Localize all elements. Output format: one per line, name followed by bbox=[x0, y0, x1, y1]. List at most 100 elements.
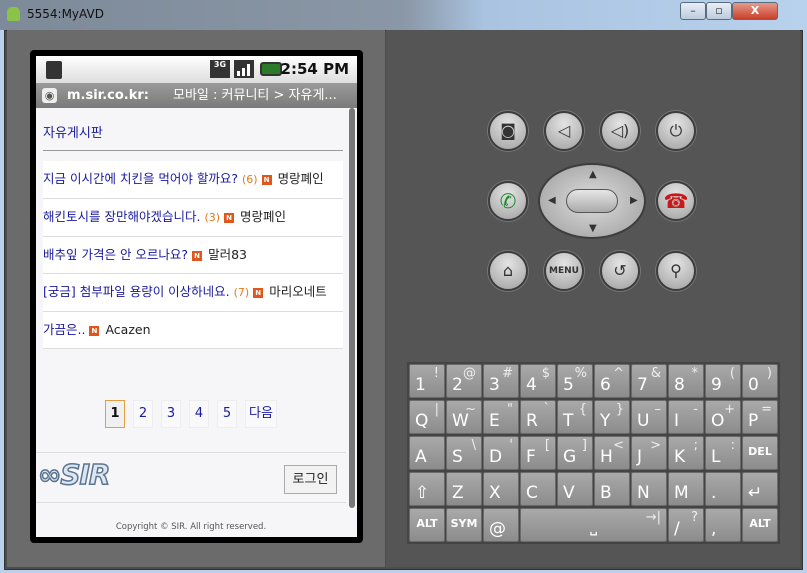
post-title[interactable]: 가끔은.. bbox=[43, 322, 85, 337]
menu-button[interactable]: MENU bbox=[544, 251, 584, 291]
key-b[interactable]: B bbox=[594, 472, 630, 506]
post-title[interactable]: 배추잎 가격은 안 오르나요? bbox=[43, 247, 188, 262]
key-a[interactable]: A bbox=[409, 436, 445, 470]
post-title[interactable]: 해킨토시를 장만해야겠습니다. bbox=[43, 209, 200, 224]
new-badge-icon: N bbox=[261, 175, 272, 185]
sim-alert-icon bbox=[46, 61, 62, 79]
post-author[interactable]: 마리오네트 bbox=[269, 284, 327, 299]
post-author[interactable]: 명랑폐인 bbox=[278, 171, 324, 186]
key-/[interactable]: /? bbox=[668, 508, 704, 542]
key-,[interactable]: , bbox=[705, 508, 741, 542]
key-alt[interactable]: ALT bbox=[409, 508, 445, 542]
page-5[interactable]: 5 bbox=[217, 400, 238, 428]
key-2[interactable]: 2 @ bbox=[446, 364, 482, 398]
login-button[interactable]: 로그인 bbox=[284, 465, 337, 494]
key-d[interactable]: D ' bbox=[483, 436, 519, 470]
dpad-right-icon[interactable]: ▶ bbox=[630, 195, 638, 206]
page-1[interactable]: 1 bbox=[105, 400, 126, 428]
key-s[interactable]: S \ bbox=[446, 436, 482, 470]
close-button[interactable]: X bbox=[732, 2, 778, 20]
search-button[interactable]: ⚲ bbox=[656, 251, 696, 291]
back-button[interactable]: ↺ bbox=[600, 251, 640, 291]
browser-title-bar[interactable]: ◉ m.sir.co.kr: 모바일 : 커뮤니티 > 자유게... bbox=[36, 83, 357, 108]
key-@[interactable]: @ bbox=[483, 508, 519, 542]
key-n[interactable]: N bbox=[631, 472, 667, 506]
key-i[interactable]: I- bbox=[668, 400, 704, 434]
key-1[interactable]: 1! bbox=[409, 364, 445, 398]
key-label: F bbox=[526, 447, 536, 467]
key-g[interactable]: G] bbox=[557, 436, 593, 470]
maximize-button[interactable]: ▫ bbox=[706, 2, 732, 20]
post-title[interactable]: [궁금] 첨부파일 용량이 이상하네요. bbox=[43, 284, 230, 299]
key-del[interactable]: DEL bbox=[742, 436, 778, 470]
key-u[interactable]: U – bbox=[631, 400, 667, 434]
key-v[interactable]: V bbox=[557, 472, 593, 506]
key-4[interactable]: 4 $ bbox=[520, 364, 556, 398]
dpad-down-icon[interactable]: ▼ bbox=[589, 223, 597, 234]
key-w[interactable]: W ~ bbox=[446, 400, 482, 434]
key-3[interactable]: 3 # bbox=[483, 364, 519, 398]
key-space[interactable]: ␣ →| bbox=[520, 508, 667, 542]
key-p[interactable]: P = bbox=[742, 400, 778, 434]
key-label: Z bbox=[452, 483, 464, 503]
key-q[interactable]: Q | bbox=[409, 400, 445, 434]
post-author[interactable]: 말러83 bbox=[208, 247, 247, 262]
board-title[interactable]: 자유게시판 bbox=[43, 122, 103, 141]
dpad-left-icon[interactable]: ◀ bbox=[548, 195, 556, 206]
post-item[interactable]: [궁금] 첨부파일 용량이 이상하네요. (7) N 마리오네트 bbox=[43, 274, 343, 312]
volume-up-button[interactable]: ◁) bbox=[600, 111, 640, 151]
scrollbar[interactable] bbox=[349, 108, 355, 508]
page-4[interactable]: 4 bbox=[189, 400, 210, 428]
key-e[interactable]: E " bbox=[483, 400, 519, 434]
key-t[interactable]: T{ bbox=[557, 400, 593, 434]
post-item[interactable]: 가끔은.. N Acazen bbox=[43, 312, 343, 349]
post-item[interactable]: 지금 이시간에 치킨을 먹어야 할까요? (6) N 명랑폐인 bbox=[43, 161, 343, 199]
key-6[interactable]: 6 ^ bbox=[594, 364, 630, 398]
key-j[interactable]: J > bbox=[631, 436, 667, 470]
key-z[interactable]: Z bbox=[446, 472, 482, 506]
post-author[interactable]: 명랑폐인 bbox=[240, 209, 286, 224]
key-.[interactable]: . bbox=[705, 472, 741, 506]
key-h[interactable]: H < bbox=[594, 436, 630, 470]
key-k[interactable]: K; bbox=[668, 436, 704, 470]
end-call-button[interactable]: ☎ bbox=[656, 181, 696, 221]
page-3[interactable]: 3 bbox=[161, 400, 182, 428]
key-9[interactable]: 9( bbox=[705, 364, 741, 398]
key-c[interactable]: C bbox=[520, 472, 556, 506]
power-button[interactable]: ⏻ bbox=[656, 111, 696, 151]
key-↵[interactable]: ↵ bbox=[742, 472, 778, 506]
key-7[interactable]: 7 & bbox=[631, 364, 667, 398]
key-alt[interactable]: ALT bbox=[742, 508, 778, 542]
phone-screen[interactable]: 3G 2:54 PM ◉ m.sir.co.kr: 모바일 : 커뮤니티 > 자… bbox=[36, 56, 357, 537]
key-m[interactable]: M bbox=[668, 472, 704, 506]
key-l[interactable]: L: bbox=[705, 436, 741, 470]
post-author[interactable]: Acazen bbox=[105, 322, 150, 337]
camera-button[interactable]: ◙ bbox=[488, 111, 528, 151]
post-item[interactable]: 배추잎 가격은 안 오르나요? N 말러83 bbox=[43, 237, 343, 274]
key-alt-label: @ bbox=[463, 366, 476, 381]
dpad-up-icon[interactable]: ▲ bbox=[589, 169, 597, 180]
page-2[interactable]: 2 bbox=[133, 400, 154, 428]
key-sym[interactable]: SYM bbox=[446, 508, 482, 542]
call-button[interactable]: ✆ bbox=[488, 181, 528, 221]
dpad[interactable]: ▲ ▼ ◀ ▶ bbox=[538, 163, 646, 239]
key-label: DEL bbox=[748, 445, 772, 458]
post-item[interactable]: 해킨토시를 장만해야겠습니다. (3) N 명랑폐인 bbox=[43, 199, 343, 237]
next-page[interactable]: 다음 bbox=[245, 400, 277, 428]
key-5[interactable]: 5% bbox=[557, 364, 593, 398]
key-8[interactable]: 8 * bbox=[668, 364, 704, 398]
home-button[interactable]: ⌂ bbox=[488, 251, 528, 291]
post-title[interactable]: 지금 이시간에 치킨을 먹어야 할까요? bbox=[43, 171, 238, 186]
divider bbox=[36, 452, 346, 453]
dpad-center-button[interactable] bbox=[566, 189, 618, 213]
key-o[interactable]: O + bbox=[705, 400, 741, 434]
key-r[interactable]: R ` bbox=[520, 400, 556, 434]
minimize-button[interactable]: – bbox=[680, 2, 706, 20]
key-x[interactable]: X bbox=[483, 472, 519, 506]
sir-logo[interactable]: ∞SIR bbox=[37, 457, 111, 492]
volume-down-button[interactable]: ◁ bbox=[544, 111, 584, 151]
key-0[interactable]: 0) bbox=[742, 364, 778, 398]
key-⇧[interactable]: ⇧ bbox=[409, 472, 445, 506]
key-y[interactable]: Y} bbox=[594, 400, 630, 434]
key-f[interactable]: F[ bbox=[520, 436, 556, 470]
